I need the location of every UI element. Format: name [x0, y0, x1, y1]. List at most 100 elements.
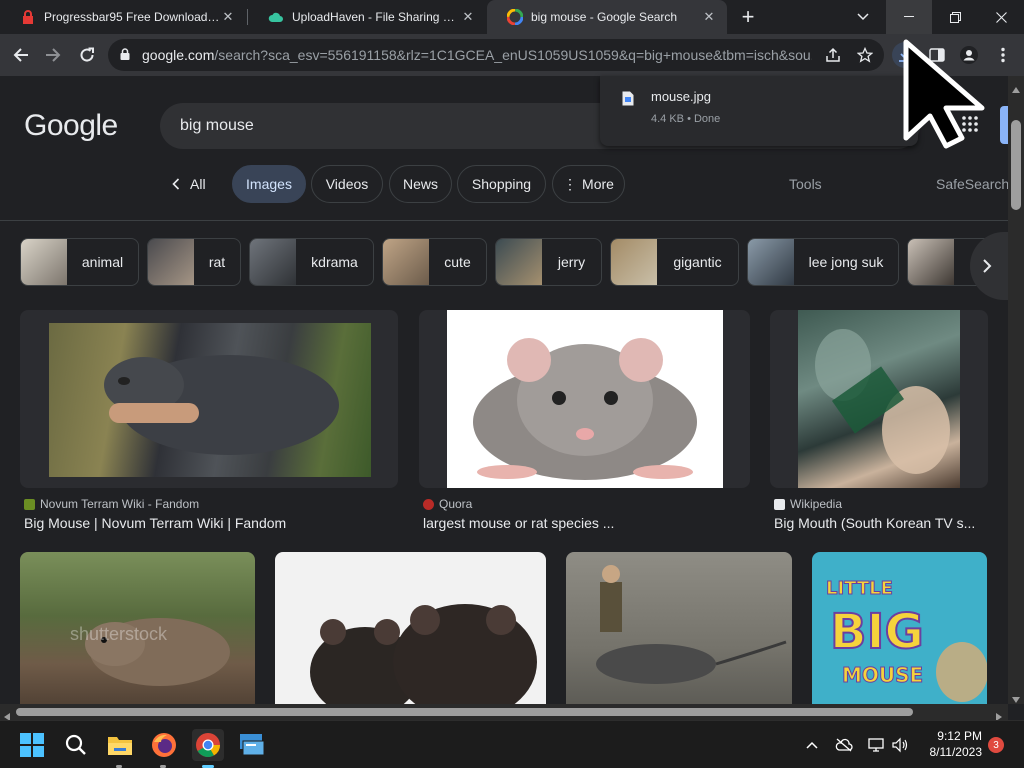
result-image[interactable]: shutterstock	[20, 552, 255, 704]
result-source[interactable]: Wikipedia	[774, 497, 842, 511]
horizontal-scroll-thumb[interactable]	[16, 708, 913, 716]
result-title[interactable]: Big Mouse | Novum Terram Wiki | Fandom	[24, 515, 394, 531]
related-chip-jerry[interactable]: jerry	[495, 238, 602, 286]
tab-title: UploadHaven - File Sharing Made...	[292, 10, 460, 24]
image-result[interactable]: Novum Terram Wiki - Fandom Big Mouse | N…	[20, 310, 398, 534]
windows-start-icon[interactable]	[16, 729, 48, 761]
result-source[interactable]: Novum Terram Wiki - Fandom	[24, 497, 199, 511]
google-icon	[507, 9, 523, 25]
file-explorer-icon[interactable]	[104, 729, 136, 761]
new-tab-button[interactable]: +	[732, 0, 764, 34]
tab-google-search[interactable]: big mouse - Google Search ✕	[487, 0, 727, 34]
address-bar[interactable]: google.com/search?sca_esv=556191158&rlz=…	[108, 39, 884, 71]
vertical-scroll-thumb[interactable]	[1011, 120, 1021, 210]
result-title[interactable]: Big Mouth (South Korean TV s...	[774, 515, 984, 531]
tab-strip: Progressbar95 Free Download (v... ✕ Uplo…	[0, 0, 1024, 34]
minimize-button[interactable]	[886, 0, 932, 34]
mouse-cursor-icon	[902, 38, 1000, 155]
tab-uploadhaven[interactable]: UploadHaven - File Sharing Made... ✕	[248, 0, 486, 34]
reload-icon[interactable]	[74, 42, 100, 68]
related-chip-rat[interactable]: rat	[147, 238, 241, 286]
tab-progressbar95[interactable]: Progressbar95 Free Download (v... ✕	[0, 0, 246, 34]
scroll-down-arrow-icon[interactable]	[1012, 690, 1020, 708]
tab-more[interactable]: ⋮ More	[552, 165, 625, 203]
sign-in-button[interactable]	[1000, 106, 1008, 144]
remote-desktop-icon[interactable]	[236, 729, 268, 761]
result-image[interactable]	[20, 310, 398, 488]
result-image[interactable]	[275, 552, 546, 704]
bookmark-star-icon[interactable]	[852, 42, 878, 68]
related-chip-animal[interactable]: animal	[20, 238, 139, 286]
chip-thumbnail	[250, 239, 296, 285]
tab-shopping[interactable]: Shopping	[457, 165, 546, 203]
scroll-up-arrow-icon[interactable]	[1012, 80, 1020, 98]
chip-label: gigantic	[673, 254, 722, 270]
result-source-label: Novum Terram Wiki - Fandom	[40, 497, 200, 511]
search-icon[interactable]	[60, 729, 92, 761]
related-chip-gigantic[interactable]: gigantic	[610, 238, 739, 286]
tab-all[interactable]: All	[172, 176, 206, 192]
chip-label: lee jong suk	[808, 254, 884, 270]
tools-button[interactable]: Tools	[789, 176, 822, 192]
wikipedia-favicon-icon	[774, 498, 785, 510]
safesearch-button[interactable]: SafeSearch	[936, 176, 1008, 192]
close-window-button[interactable]	[978, 0, 1024, 34]
tab-title: Progressbar95 Free Download (v...	[44, 10, 220, 24]
notification-badge[interactable]: 3	[988, 737, 1004, 753]
result-image[interactable]: LITTLE BIG MOUSE	[812, 552, 987, 704]
result-image[interactable]	[770, 310, 988, 488]
close-tab-icon[interactable]: ✕	[701, 9, 717, 25]
volume-icon[interactable]	[888, 729, 912, 761]
chip-label: jerry	[557, 254, 586, 270]
image-result[interactable]: Wikipedia Big Mouth (South Korean TV s..…	[770, 310, 988, 534]
chip-thumbnail	[908, 239, 954, 285]
google-logo[interactable]: Google	[24, 109, 118, 143]
download-status: 4.4 KB • Done	[651, 113, 721, 125]
result-image[interactable]	[419, 310, 750, 488]
search-query: big mouse	[180, 117, 254, 134]
url-path: /search?sca_esv=556191158&rlz=1C1GCEA_en…	[214, 47, 812, 63]
tab-images[interactable]: Images	[232, 165, 306, 203]
lock-icon[interactable]	[120, 47, 130, 63]
image-result[interactable]	[566, 552, 792, 704]
tab-news[interactable]: News	[389, 165, 452, 203]
close-tab-icon[interactable]: ✕	[220, 9, 236, 25]
restore-button[interactable]	[932, 0, 978, 34]
tab-title: big mouse - Google Search	[531, 10, 678, 24]
result-source[interactable]: Quora	[423, 497, 472, 511]
related-chip-kdrama[interactable]: kdrama	[249, 238, 374, 286]
cloud-icon	[268, 9, 284, 25]
tab-videos[interactable]: Videos	[311, 165, 383, 203]
download-filename[interactable]: mouse.jpg	[651, 89, 711, 104]
chip-thumbnail	[611, 239, 657, 285]
more-dots-icon: ⋮	[563, 175, 578, 192]
chevron-up-icon[interactable]	[800, 729, 824, 761]
network-icon[interactable]	[864, 729, 888, 761]
tab-search-chevron-icon[interactable]	[840, 0, 886, 34]
related-chip-lee-jong-suk[interactable]: lee jong suk	[747, 238, 899, 286]
chip-thumbnail	[748, 239, 794, 285]
horizontal-scrollbar[interactable]	[0, 704, 1008, 721]
vertical-scrollbar[interactable]	[1008, 76, 1024, 704]
windows-taskbar: 9:12 PM 8/11/2023 3	[0, 720, 1024, 768]
back-arrow-icon[interactable]	[8, 42, 34, 68]
image-result[interactable]	[275, 552, 546, 704]
clock-date[interactable]: 8/11/2023	[916, 745, 983, 759]
svg-text:LITTLE: LITTLE	[826, 578, 893, 599]
image-result[interactable]: shutterstock	[20, 552, 255, 704]
chrome-icon[interactable]	[192, 729, 224, 761]
cloud-sync-icon[interactable]	[832, 729, 856, 761]
svg-text:MOUSE: MOUSE	[842, 663, 923, 687]
file-icon	[622, 91, 634, 111]
result-image[interactable]	[566, 552, 792, 704]
forward-arrow-icon[interactable]	[40, 42, 66, 68]
image-result[interactable]: Quora largest mouse or rat species ...	[419, 310, 750, 534]
clock-time[interactable]: 9:12 PM	[922, 729, 982, 743]
close-tab-icon[interactable]: ✕	[460, 9, 476, 25]
chip-label: kdrama	[311, 254, 358, 270]
share-icon[interactable]	[820, 42, 846, 68]
firefox-icon[interactable]	[148, 729, 180, 761]
result-title[interactable]: largest mouse or rat species ...	[423, 515, 743, 531]
image-result[interactable]: LITTLE BIG MOUSE	[812, 552, 987, 704]
related-chip-cute[interactable]: cute	[382, 238, 487, 286]
